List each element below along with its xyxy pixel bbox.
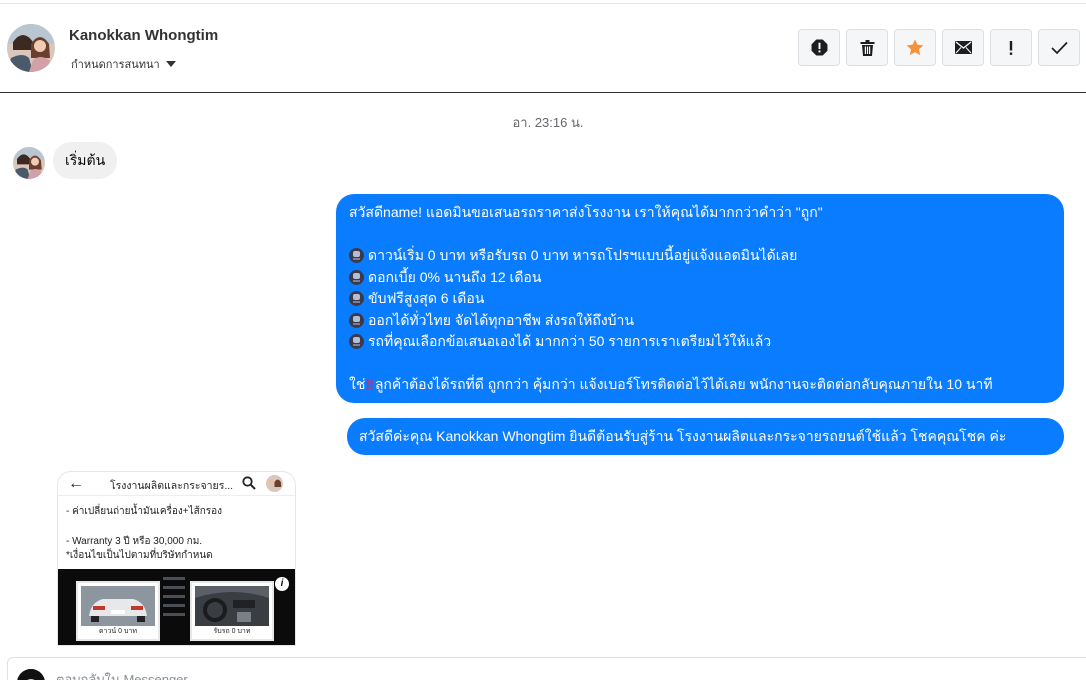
contact-avatar[interactable] bbox=[7, 24, 55, 72]
incoming-message[interactable]: เริ่มต้น bbox=[53, 142, 118, 179]
metro-emoji-icon bbox=[349, 291, 364, 307]
envelope-icon bbox=[954, 41, 972, 54]
exclamation-icon bbox=[1009, 40, 1013, 55]
attachment-line-oil: - ค่าเปลี่ยนถ่ายน้ำมันเครื่อง+ไส้กรอง bbox=[66, 506, 223, 517]
offer-bullet: ดอกเบี้ย 0% นานถึง 12 เดือน bbox=[349, 267, 1052, 289]
offer-bullet: ขับฟรีสูงสุด 6 เดือน bbox=[349, 288, 1052, 310]
reply-composer bbox=[7, 657, 1086, 680]
spam-button[interactable] bbox=[990, 29, 1032, 66]
conversation-header: Kanokkan Whongtim กำหนดการสนทนา bbox=[0, 4, 1086, 93]
outgoing-message-offer[interactable]: สวัสดีname! แอดมินขอเสนอรถราคาส่งโรงงาน … bbox=[336, 194, 1064, 403]
trash-icon bbox=[860, 39, 874, 56]
delete-button[interactable] bbox=[846, 29, 888, 66]
double-exclamation-emoji-icon: ‼ bbox=[365, 376, 374, 392]
metro-emoji-icon bbox=[349, 334, 364, 350]
attachment-line-terms: *เงื่อนไขเป็นไปตามที่บริษัทกำหนด bbox=[66, 550, 213, 561]
caret-down-icon bbox=[165, 61, 176, 67]
promo-card-down-caption: ดาวน์ 0 บาท bbox=[99, 628, 137, 635]
car-rear-photo bbox=[81, 586, 155, 626]
promo-card-receive-caption: รับรถ 0 บาท bbox=[213, 628, 251, 635]
promo-card-down: ดาวน์ 0 บาท bbox=[76, 581, 160, 641]
attachment-line-warranty: - Warranty 3 ปี หรือ 30,000 กม. bbox=[66, 536, 203, 547]
offer-bullet: รถที่คุณเลือกข้อเสนอเองได้ มากกว่า 50 รา… bbox=[349, 331, 1052, 353]
page-avatar bbox=[17, 669, 45, 680]
star-button[interactable] bbox=[894, 29, 936, 66]
banner-stripes bbox=[163, 577, 185, 622]
contact-name[interactable]: Kanokkan Whongtim bbox=[69, 27, 218, 44]
image-attachment[interactable]: ← โรงงานผลิตและกระจายร... - ค่าเปลี่ยนถ่… bbox=[57, 471, 296, 646]
offer-bullet: ดาวน์เริ่ม 0 บาท หรือรับรถ 0 บาท หารถโปร… bbox=[349, 245, 1052, 267]
offer-bullet: ออกได้ทั่วไทย จัดได้ทุกอาชีพ ส่งรถให้ถึง… bbox=[349, 310, 1052, 332]
star-icon bbox=[906, 39, 924, 56]
metro-emoji-icon bbox=[349, 269, 364, 285]
attachment-avatar bbox=[266, 475, 283, 492]
metro-emoji-icon bbox=[349, 312, 364, 328]
info-icon[interactable]: i bbox=[275, 577, 289, 591]
promo-card-receive: รับรถ 0 บาท bbox=[190, 581, 274, 641]
attachment-toolbar: ← โรงงานผลิตและกระจายร... bbox=[58, 472, 295, 496]
message-timestamp: อา. 23:16 น. bbox=[512, 115, 584, 130]
conversation-schedule-dropdown[interactable]: กำหนดการสนทนา bbox=[71, 55, 176, 73]
conversation-schedule-label: กำหนดการสนทนา bbox=[71, 59, 160, 71]
sender-avatar[interactable] bbox=[13, 147, 45, 179]
car-interior-photo bbox=[195, 586, 269, 626]
attachment-promo-banner: ดาวน์ 0 บาท รับรถ 0 บาท i bbox=[58, 569, 295, 645]
search-icon bbox=[242, 476, 256, 490]
back-arrow-icon: ← bbox=[68, 475, 84, 492]
metro-emoji-icon bbox=[349, 248, 364, 264]
mark-done-button[interactable] bbox=[1038, 29, 1080, 66]
reply-input[interactable] bbox=[56, 669, 956, 680]
attachment-title: โรงงานผลิตและกระจายร... bbox=[110, 480, 234, 492]
report-icon bbox=[811, 39, 827, 56]
outgoing-message-welcome[interactable]: สวัสดีค่ะคุณ Kanokkan Whongtim ยินดีต้อน… bbox=[347, 418, 1064, 455]
checkmark-icon bbox=[1050, 41, 1068, 54]
offer-closing: ใช่ ‼ ลูกค้าต้องได้รถที่ดี ถูกกว่า คุ้มกว่… bbox=[349, 374, 1052, 396]
offer-greeting: สวัสดีname! แอดมินขอเสนอรถราคาส่งโรงงาน … bbox=[349, 204, 823, 220]
header-actions bbox=[798, 29, 1080, 66]
report-button[interactable] bbox=[798, 29, 840, 66]
mark-unread-button[interactable] bbox=[942, 29, 984, 66]
